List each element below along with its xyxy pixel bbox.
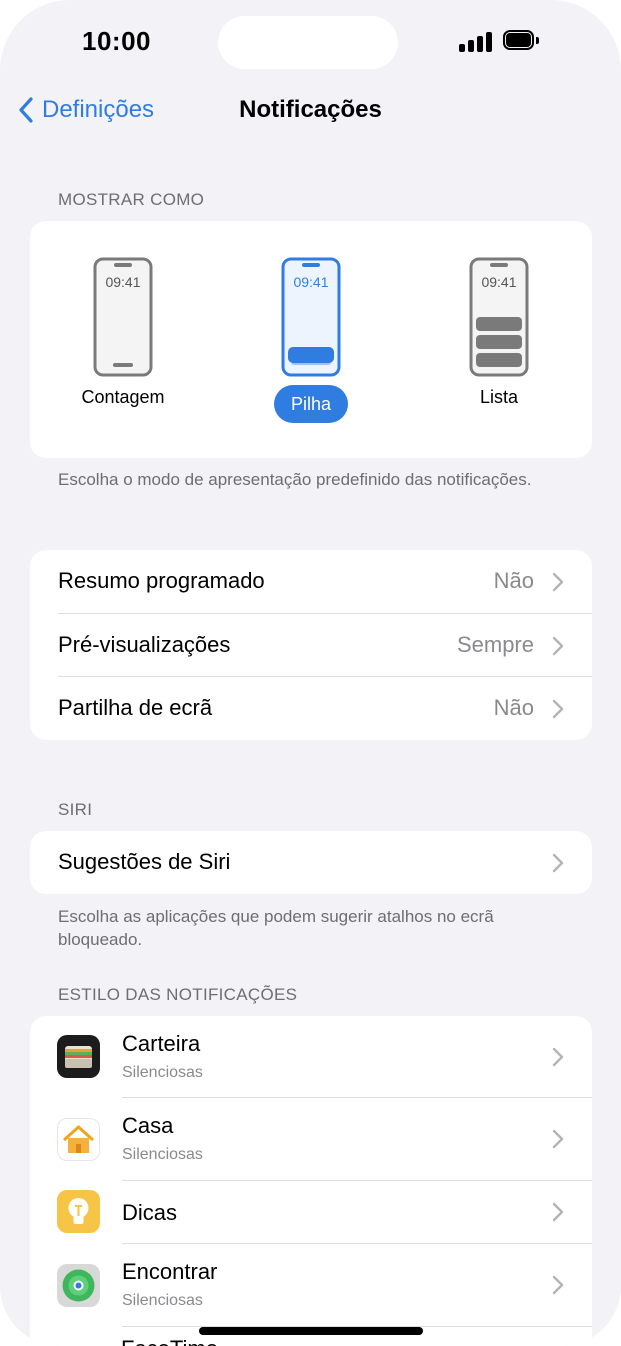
dynamic-island xyxy=(218,16,398,69)
scheduled-summary-row[interactable]: Resumo programado Não xyxy=(30,550,592,613)
app-row-wallet[interactable]: Carteira Silenciosas xyxy=(30,1016,592,1097)
row-value: Não xyxy=(493,568,534,593)
wallet-icon xyxy=(57,1035,100,1078)
app-name: Encontrar xyxy=(122,1259,218,1284)
chevron-right-icon xyxy=(552,1129,564,1149)
apps-card: Carteira Silenciosas Casa Silenciosas Di… xyxy=(30,1016,592,1346)
chevron-right-icon xyxy=(552,572,564,592)
row-title: Resumo programado xyxy=(58,568,265,593)
app-row-home[interactable]: Casa Silenciosas xyxy=(30,1098,592,1180)
phone-screen: 10:00 Definições Notificações MOSTRAR CO… xyxy=(0,0,621,1346)
row-title: Pré-visualizações xyxy=(58,632,231,657)
chevron-right-icon xyxy=(552,1202,564,1222)
page-title: Notificações xyxy=(239,96,382,123)
find-my-icon xyxy=(57,1264,100,1307)
app-subtitle: Silenciosas xyxy=(122,1292,203,1309)
home-icon xyxy=(57,1118,100,1161)
svg-text:09:41: 09:41 xyxy=(481,274,516,290)
chevron-right-icon xyxy=(552,853,564,873)
siri-header: SIRI xyxy=(58,800,93,819)
phone-stack-preview-icon: 09:41 xyxy=(281,257,341,377)
app-name: Carteira xyxy=(122,1031,201,1056)
screen-sharing-row[interactable]: Partilha de ecrã Não xyxy=(30,677,592,740)
row-value: Não xyxy=(493,695,534,720)
app-row-tips[interactable]: Dicas xyxy=(30,1181,592,1243)
app-row-facetime-partial[interactable]: FaceTime xyxy=(121,1336,218,1346)
mode-option-list[interactable]: 09:41 Lista xyxy=(424,221,574,458)
mode-label-count: Contagem xyxy=(81,387,165,407)
svg-text:09:41: 09:41 xyxy=(105,274,140,290)
previews-row[interactable]: Pré-visualizações Sempre xyxy=(30,614,592,677)
tips-icon xyxy=(57,1190,100,1233)
settings-card: Resumo programado Não Pré-visualizações … xyxy=(30,550,592,740)
siri-footer: Escolha as aplicações que podem sugerir … xyxy=(58,907,494,949)
phone-list-preview-icon: 09:41 xyxy=(469,257,529,377)
app-row-find-my[interactable]: Encontrar Silenciosas xyxy=(30,1244,592,1326)
chevron-right-icon xyxy=(552,1275,564,1295)
app-subtitle: Silenciosas xyxy=(122,1064,203,1081)
siri-card: Sugestões de Siri xyxy=(30,831,592,894)
siri-suggestions-row[interactable]: Sugestões de Siri xyxy=(30,831,592,894)
svg-text:09:41: 09:41 xyxy=(293,274,328,290)
battery-icon xyxy=(503,30,540,52)
display-as-card: 09:41 Contagem 09:41 Pilha 09:41 Lista xyxy=(30,221,592,458)
chevron-right-icon xyxy=(552,699,564,719)
notification-style-header: ESTILO DAS NOTIFICAÇÕES xyxy=(58,985,298,1004)
mode-label-list: Lista xyxy=(479,387,519,407)
cellular-signal-icon xyxy=(459,32,493,52)
mode-option-count[interactable]: 09:41 Contagem xyxy=(48,221,198,458)
app-name: Casa xyxy=(122,1113,174,1138)
home-indicator[interactable] xyxy=(199,1327,423,1335)
display-as-header: MOSTRAR COMO xyxy=(58,190,205,209)
status-time: 10:00 xyxy=(82,26,151,56)
mode-label-stack-selected: Pilha xyxy=(274,385,348,423)
row-title: Sugestões de Siri xyxy=(58,849,231,874)
mode-option-stack[interactable]: 09:41 Pilha xyxy=(236,221,386,458)
app-subtitle: Silenciosas xyxy=(122,1146,203,1163)
chevron-right-icon xyxy=(552,636,564,656)
row-value: Sempre xyxy=(456,632,534,657)
phone-count-preview-icon: 09:41 xyxy=(93,257,153,377)
display-as-footer: Escolha o modo de apresentação predefini… xyxy=(58,470,532,489)
app-name: Dicas xyxy=(122,1200,178,1225)
chevron-right-icon xyxy=(552,1047,564,1067)
row-title: Partilha de ecrã xyxy=(58,695,213,720)
